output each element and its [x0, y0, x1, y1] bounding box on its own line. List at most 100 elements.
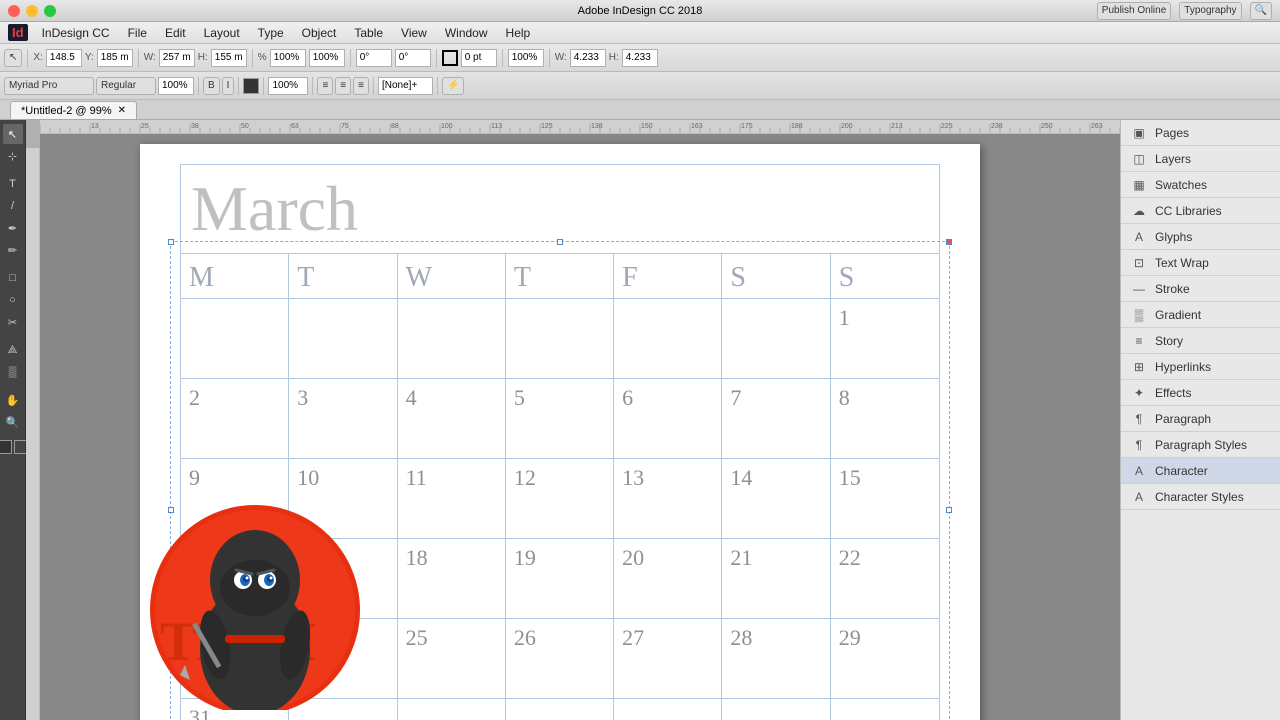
- menu-file[interactable]: File: [120, 24, 155, 42]
- svg-text:125: 125: [541, 123, 553, 130]
- y-label: Y:: [85, 52, 94, 63]
- panel-character[interactable]: A Character: [1121, 458, 1280, 484]
- minimize-button[interactable]: [26, 5, 38, 17]
- menu-object[interactable]: Object: [294, 24, 345, 42]
- menu-view[interactable]: View: [393, 24, 435, 42]
- y-input[interactable]: [97, 49, 133, 67]
- opacity2-input[interactable]: [268, 77, 308, 95]
- menu-edit[interactable]: Edit: [157, 24, 194, 42]
- stroke-color-swatch[interactable]: [442, 50, 458, 66]
- maximize-button[interactable]: [44, 5, 56, 17]
- bold-button[interactable]: B: [203, 77, 220, 95]
- rectangle-tool[interactable]: □: [3, 268, 23, 288]
- menu-window[interactable]: Window: [437, 24, 496, 42]
- paragraph-icon: ¶: [1131, 411, 1147, 427]
- day-cell-9: 9: [181, 459, 289, 538]
- x-label: X:: [33, 52, 42, 63]
- pen-tool[interactable]: ✒: [3, 218, 23, 238]
- align-right-button[interactable]: ≡: [353, 77, 369, 95]
- type-tool[interactable]: T: [3, 174, 23, 194]
- document-tab[interactable]: *Untitled-2 @ 99% ✕: [10, 101, 137, 119]
- fill-swatch-tool[interactable]: [0, 440, 12, 454]
- calendar-grid[interactable]: M T W T F S S: [180, 254, 940, 720]
- opacity-input[interactable]: [508, 49, 544, 67]
- line-tool[interactable]: /: [3, 196, 23, 216]
- panel-effects[interactable]: ✦ Effects: [1121, 380, 1280, 406]
- scissors-tool[interactable]: ✂: [3, 312, 23, 332]
- angle2-input[interactable]: [395, 49, 431, 67]
- publish-online-button[interactable]: Publish Online: [1097, 2, 1171, 20]
- tab-close[interactable]: ✕: [118, 105, 126, 116]
- canvas-content[interactable]: March M T W T F S: [40, 134, 1120, 720]
- panel-text-wrap[interactable]: ⊡ Text Wrap: [1121, 250, 1280, 276]
- workspace-dropdown[interactable]: Typography: [1179, 2, 1241, 20]
- sep4: [350, 49, 351, 67]
- hand-tool[interactable]: ✋: [3, 390, 23, 410]
- panel-paragraph[interactable]: ¶ Paragraph: [1121, 406, 1280, 432]
- panel-cc-libraries[interactable]: ☁ CC Libraries: [1121, 198, 1280, 224]
- sep-t2-5: [373, 77, 374, 95]
- free-transform-tool[interactable]: ⟁: [3, 340, 23, 360]
- svg-text:250: 250: [1041, 123, 1053, 130]
- w2-input[interactable]: [570, 49, 606, 67]
- panel-layers[interactable]: ◫ Layers: [1121, 146, 1280, 172]
- calendar-week-3: 9 10 11 12 13 14 15: [181, 459, 939, 539]
- scale-label: %: [258, 52, 267, 63]
- panel-swatches[interactable]: ▦ Swatches: [1121, 172, 1280, 198]
- ellipse-tool[interactable]: ○: [3, 290, 23, 310]
- search-button[interactable]: 🔍: [1250, 2, 1272, 20]
- sep2: [138, 49, 139, 67]
- gradient-tool[interactable]: ▒: [3, 362, 23, 382]
- stroke-width-input[interactable]: [461, 49, 497, 67]
- panel-paragraph-styles[interactable]: ¶ Paragraph Styles: [1121, 432, 1280, 458]
- h-input[interactable]: [211, 49, 247, 67]
- scale-y-input[interactable]: [309, 49, 345, 67]
- svg-text:38: 38: [191, 123, 199, 130]
- swatches-icon: ▦: [1131, 177, 1147, 193]
- tracking-input[interactable]: [378, 77, 433, 95]
- app-logo: Id: [8, 24, 28, 41]
- day-cell-w1-3: [506, 299, 614, 378]
- angle1-input[interactable]: [356, 49, 392, 67]
- menu-table[interactable]: Table: [346, 24, 391, 42]
- fill-color-swatch[interactable]: [243, 78, 259, 94]
- panel-glyphs[interactable]: A Glyphs: [1121, 224, 1280, 250]
- menu-help[interactable]: Help: [498, 24, 539, 42]
- day-cell-15: 15: [831, 459, 939, 538]
- panel-hyperlinks[interactable]: ⊞ Hyperlinks: [1121, 354, 1280, 380]
- w-input[interactable]: [159, 49, 195, 67]
- direct-selection-tool[interactable]: ⊹: [3, 146, 23, 166]
- menu-indesign[interactable]: InDesign CC: [34, 24, 118, 42]
- panel-stroke[interactable]: — Stroke: [1121, 276, 1280, 302]
- scale-x-input[interactable]: [270, 49, 306, 67]
- month-title[interactable]: March: [180, 164, 940, 254]
- x-input[interactable]: [46, 49, 82, 67]
- selection-tool[interactable]: ↖: [3, 124, 23, 144]
- handle-tl: [168, 239, 174, 245]
- align-left-button[interactable]: ≡: [317, 77, 333, 95]
- panel-character-styles[interactable]: A Character Styles: [1121, 484, 1280, 510]
- day-cell-22: 22: [831, 539, 939, 618]
- italic-button[interactable]: I: [222, 77, 235, 95]
- toolbar-1: ↖ X: Y: W: H: % W: H:: [0, 44, 1280, 72]
- svg-text:75: 75: [341, 123, 349, 130]
- panel-gradient[interactable]: ▒ Gradient: [1121, 302, 1280, 328]
- menu-layout[interactable]: Layout: [196, 24, 248, 42]
- calendar-week-6: 31: [181, 699, 939, 720]
- zoom-tool[interactable]: 🔍: [3, 412, 23, 432]
- panel-story[interactable]: ≡ Story: [1121, 328, 1280, 354]
- sep-t2-3: [263, 77, 264, 95]
- font-name[interactable]: Myriad Pro: [4, 77, 94, 95]
- font-size-input[interactable]: [158, 77, 194, 95]
- close-button[interactable]: [8, 5, 20, 17]
- panel-pages[interactable]: ▣ Pages: [1121, 120, 1280, 146]
- day-cell-w1-4: [614, 299, 722, 378]
- menu-type[interactable]: Type: [250, 24, 292, 42]
- h2-input[interactable]: [622, 49, 658, 67]
- svg-text:50: 50: [241, 123, 249, 130]
- font-style[interactable]: Regular: [96, 77, 156, 95]
- align-center-button[interactable]: ≡: [335, 77, 351, 95]
- day-cell-23-empty: [181, 619, 289, 698]
- day-cell-w6-6: [831, 699, 939, 720]
- pencil-tool[interactable]: ✏: [3, 240, 23, 260]
